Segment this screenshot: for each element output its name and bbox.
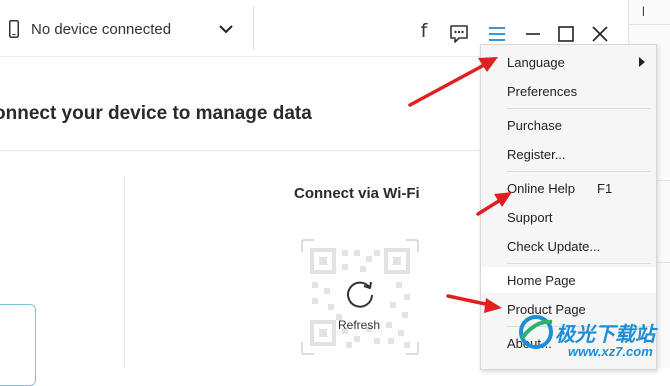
maximize-icon[interactable] — [556, 24, 576, 44]
menu-item-label: Home Page — [507, 273, 576, 288]
refresh-label[interactable]: Refresh — [338, 318, 380, 332]
phone-icon — [9, 20, 19, 38]
facebook-icon[interactable]: f — [414, 20, 434, 42]
menu-item-label: Purchase — [507, 118, 562, 133]
menu-item-support[interactable]: Support — [481, 204, 656, 230]
menu-separator — [507, 108, 651, 109]
menu-item-label: Support — [507, 210, 553, 225]
menu-item-language[interactable]: Language — [481, 49, 656, 75]
menu-separator — [507, 171, 651, 172]
watermark-url: www.xz7.com — [568, 344, 653, 359]
minimize-icon[interactable] — [523, 24, 543, 44]
background-window-text: l — [642, 4, 645, 19]
title-divider — [253, 6, 254, 50]
submenu-arrow-icon — [639, 57, 645, 67]
watermark-logo-icon — [519, 315, 553, 349]
menu-item-preferences[interactable]: Preferences — [481, 78, 656, 104]
column-divider — [124, 176, 125, 368]
menu-item-label: Online Help — [507, 181, 575, 196]
device-selector[interactable]: No device connected — [0, 10, 240, 50]
menu-separator — [507, 263, 651, 264]
menu-item-check-update[interactable]: Check Update... — [481, 233, 656, 259]
menu-item-label: Check Update... — [507, 239, 601, 254]
menu-item-label: Language — [507, 55, 565, 70]
feedback-icon[interactable] — [449, 24, 469, 44]
background-window-divider — [628, 24, 670, 25]
menu-item-shortcut: F1 — [597, 181, 613, 196]
chevron-down-icon — [219, 25, 233, 34]
menu-item-purchase[interactable]: Purchase — [481, 112, 656, 138]
page-heading: onnect your device to manage data — [0, 103, 312, 124]
watermark-name: 极光下载站 — [555, 322, 655, 346]
menu-item-home-page[interactable]: Home Page — [481, 267, 656, 293]
phone-illustration — [0, 304, 36, 386]
wifi-section-title: Connect via Wi-Fi — [294, 185, 420, 202]
menu-item-label: Preferences — [507, 84, 578, 99]
close-icon[interactable] — [590, 24, 610, 44]
menu-icon[interactable] — [487, 24, 507, 44]
menu-item-register[interactable]: Register... — [481, 141, 656, 167]
menu-item-label: Register... — [507, 147, 566, 162]
refresh-icon[interactable] — [343, 277, 377, 311]
menu-item-online-help[interactable]: Online Help F1 — [481, 175, 656, 201]
device-status-text: No device connected — [31, 21, 172, 38]
